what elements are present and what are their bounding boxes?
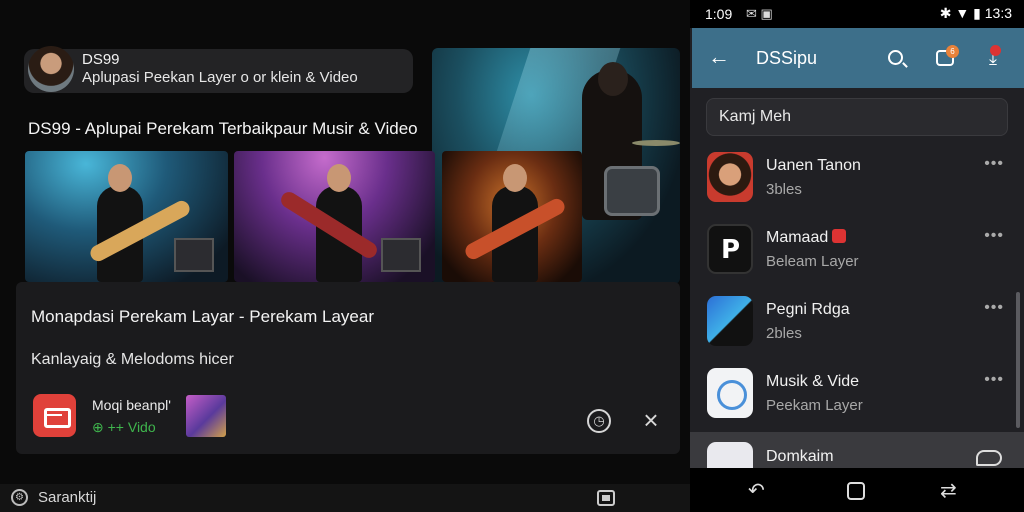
more-options-icon[interactable]: ••• (984, 155, 1004, 173)
status-icons-right: ✱ ▼ ▮ 13:3 (939, 5, 1012, 21)
video-thumbnail-3[interactable] (442, 151, 582, 282)
list-item-title: Pegni Rdga (766, 301, 850, 318)
back-arrow-icon[interactable]: ← (708, 44, 730, 70)
cast-icon[interactable] (597, 490, 615, 506)
list-item-subtitle: Beleam Layer (766, 253, 859, 270)
scrollbar[interactable] (1016, 292, 1020, 428)
navigation-bar: ↶ ⇄ (690, 468, 1024, 512)
app-bar: ← DSSipu 6 ⤓ (692, 28, 1024, 88)
more-options-icon[interactable]: ••• (984, 227, 1004, 245)
list-item[interactable]: Musik & Vide Peekam Layer ••• (690, 360, 1024, 432)
app-logo-icon (707, 368, 753, 418)
card-title: Monapdasi Perekam Layar - Perekam Layear (31, 307, 374, 326)
status-bar: 1:09 ✉ ▣ ✱ ▼ ▮ 13:3 (690, 0, 1024, 28)
recorder-app-icon[interactable] (33, 394, 76, 437)
phone-screen: 1:09 ✉ ▣ ✱ ▼ ▮ 13:3 ← DSSipu 6 ⤓ Uanen T… (690, 0, 1024, 512)
channel-avatar[interactable] (28, 46, 74, 92)
list-item-title: Mamaad (766, 229, 847, 247)
record-icon (832, 229, 847, 243)
video-thumbnail-1[interactable] (25, 151, 228, 282)
app-bar-title: DSSipu (756, 48, 818, 68)
more-options-icon[interactable]: ••• (984, 371, 1004, 389)
status-icons-left: ✉ ▣ (746, 6, 773, 21)
app-logo-icon (707, 224, 753, 274)
reaction-icon[interactable]: ◷ (587, 409, 611, 433)
bottom-bar: ⚙ Saranktij (0, 484, 690, 512)
close-icon[interactable]: × (638, 407, 664, 435)
more-options-icon[interactable]: ••• (984, 299, 1004, 317)
bottom-bar-label[interactable]: Saranktij (38, 489, 96, 506)
video-panel: DS99 Aplupasi Peekan Layer o or klein & … (0, 0, 690, 512)
nav-back-icon[interactable]: ↶ (748, 478, 765, 503)
list-item[interactable]: Domkaim (690, 432, 1024, 472)
notification-badge: 6 (946, 45, 959, 58)
channel-header[interactable]: DS99 Aplupasi Peekan Layer o or klein & … (24, 46, 413, 93)
list-item[interactable]: Uanen Tanon 3bles ••• (690, 144, 1024, 216)
app-logo-icon (707, 296, 753, 346)
list-item-subtitle: 2bles (766, 325, 802, 342)
list-item-title: Uanen Tanon (766, 157, 861, 174)
video-thumbnail-2[interactable] (234, 151, 435, 282)
list-item[interactable]: Pegni Rdga 2bles ••• (690, 288, 1024, 360)
app-thumbnail[interactable] (186, 395, 226, 437)
list-item-title: Musik & Vide (766, 373, 860, 390)
list-item[interactable]: Mamaad Beleam Layer ••• (690, 216, 1024, 288)
status-time: 1:09 (705, 6, 733, 22)
search-input[interactable] (706, 98, 1008, 136)
settings-icon[interactable]: ⚙ (11, 489, 28, 506)
list-item-subtitle: Peekam Layer (766, 397, 863, 414)
video-headline: DS99 - Aplupai Perekam Terbaikpaur Musir… (28, 119, 418, 138)
alert-dot (990, 45, 1001, 56)
list-item-title: Domkaim (766, 448, 834, 465)
nav-home-icon[interactable] (847, 482, 865, 500)
app-rating: ⊕ ++ Vido (92, 419, 156, 435)
nav-recent-icon[interactable]: ⇄ (940, 478, 957, 503)
list-item-subtitle: 3bles (766, 181, 802, 198)
screen: DS99 Aplupasi Peekan Layer o or klein & … (0, 0, 1024, 512)
comment-icon[interactable] (976, 450, 1002, 466)
channel-name: DS99 (82, 51, 120, 68)
avatar (707, 152, 753, 202)
app-name[interactable]: Moqi beanpl' (92, 397, 171, 413)
channel-subtitle: Aplupasi Peekan Layer o or klein & Video (82, 69, 358, 86)
card-subtitle: Kanlayaig & Melodoms hicer (31, 351, 234, 368)
search-icon[interactable] (888, 50, 903, 65)
